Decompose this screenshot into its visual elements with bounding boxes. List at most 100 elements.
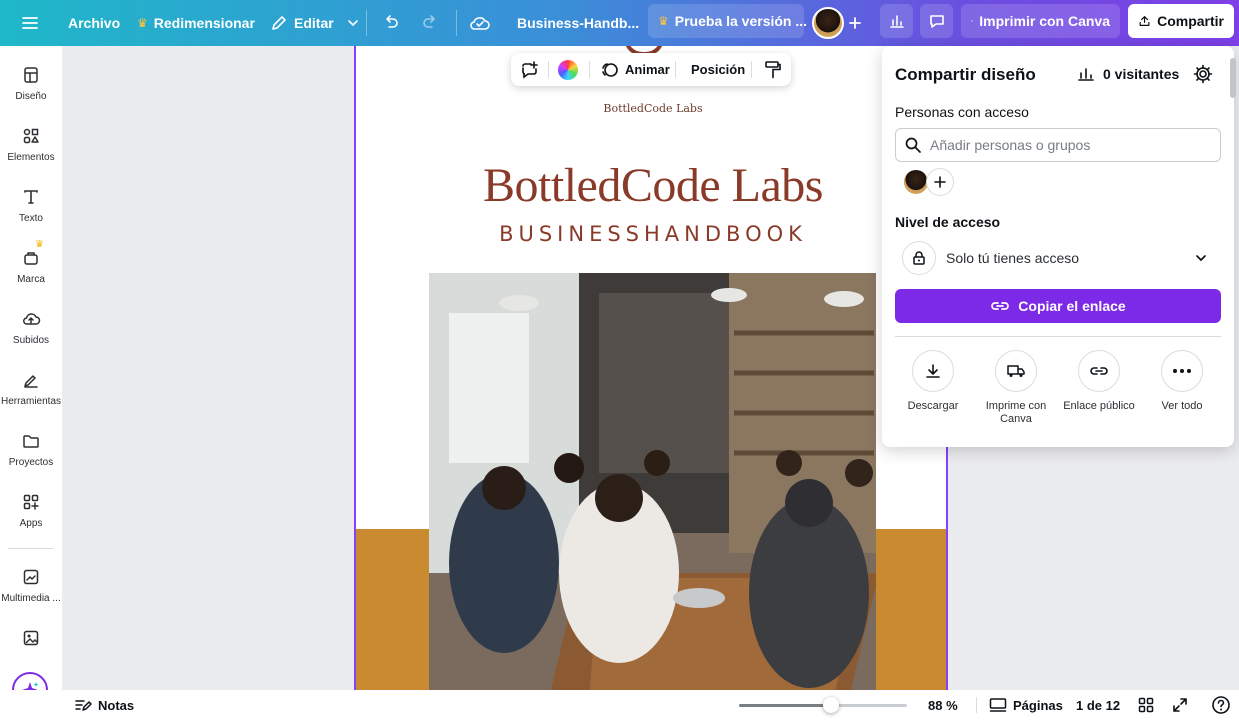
action-label: Enlace público: [1063, 400, 1135, 412]
divider: [8, 548, 54, 549]
action-label: Descargar: [907, 400, 959, 412]
fullscreen-button[interactable]: [1171, 690, 1189, 720]
sidebar-item-text[interactable]: Texto: [0, 178, 62, 236]
redo-icon: [423, 15, 435, 28]
document-title[interactable]: Business-Handb...: [517, 0, 639, 46]
print-label: Imprimir con Canva: [979, 13, 1110, 29]
apps-icon: [20, 491, 42, 513]
resize-button[interactable]: ♛ Redimensionar: [137, 0, 255, 46]
sidebar-item-uploads[interactable]: Subidos: [0, 300, 62, 358]
sidebar-item-projects[interactable]: Proyectos: [0, 422, 62, 480]
sidebar-item-elements[interactable]: Elementos: [0, 117, 62, 175]
print-with-canva-action[interactable]: Imprime con Canva: [976, 350, 1056, 426]
insights-button[interactable]: [880, 4, 913, 38]
comments-button[interactable]: [920, 4, 953, 38]
bar-chart-icon: [889, 15, 904, 28]
copy-link-button[interactable]: Copiar el enlace: [895, 289, 1221, 323]
animate-label: Animar: [625, 62, 670, 77]
left-sidebar: Diseño Elementos Texto ♛ Marca Subidos H…: [0, 46, 62, 708]
public-link-action[interactable]: Enlace público: [1059, 350, 1139, 413]
color-wheel-icon: [558, 59, 578, 80]
bottom-bar: Notas 88 % Páginas 1 de 12: [0, 690, 1239, 720]
avatar[interactable]: [903, 169, 929, 195]
position-button[interactable]: Posición: [691, 53, 745, 86]
folder-icon: [20, 430, 42, 452]
small-brand-text[interactable]: BottledCode Labs: [356, 102, 946, 115]
add-collaborator-button[interactable]: [847, 0, 863, 46]
sidebar-item-brand[interactable]: ♛ Marca: [0, 239, 62, 297]
chevron-down-icon: [1196, 255, 1206, 262]
share-settings-button[interactable]: [1193, 64, 1213, 89]
trial-button[interactable]: ♛ Prueba la versión ...: [648, 4, 807, 38]
lock-icon: [902, 241, 936, 275]
document-title-text: Business-Handb...: [517, 15, 640, 31]
print-with-canva-button[interactable]: Imprimir con Canva: [961, 4, 1120, 38]
people-with-access-label: Personas con acceso: [895, 104, 1029, 120]
notes-icon: [75, 700, 92, 711]
download-action[interactable]: Descargar: [893, 350, 973, 413]
action-label: Ver todo: [1161, 400, 1203, 412]
hamburger-menu-button[interactable]: [20, 0, 40, 46]
notes-button[interactable]: Notas: [74, 690, 134, 720]
crown-icon: ♛: [137, 16, 148, 30]
sidebar-item-image[interactable]: [0, 619, 62, 677]
help-button[interactable]: [1211, 690, 1231, 720]
see-all-action[interactable]: Ver todo: [1142, 350, 1222, 413]
animate-button[interactable]: Animar: [600, 53, 670, 86]
edit-menu-button[interactable]: Editar: [270, 0, 360, 46]
chevron-down-icon: [347, 20, 358, 27]
copy-style-button[interactable]: [763, 53, 783, 86]
sidebar-item-label: Herramientas: [0, 396, 62, 407]
visitors-label: 0 visitantes: [1103, 66, 1180, 82]
handbook-subtitle[interactable]: BUSINESSHANDBOOK: [356, 222, 946, 246]
grid-view-button[interactable]: [1137, 690, 1155, 720]
cloud-save-status[interactable]: [469, 0, 491, 46]
file-menu-label: Archivo: [68, 15, 121, 31]
visitors-button[interactable]: 0 visitantes: [1077, 65, 1179, 83]
zoom-slider-thumb[interactable]: [823, 697, 840, 713]
share-button[interactable]: Compartir: [1128, 4, 1234, 38]
user-avatar-button[interactable]: [812, 0, 844, 46]
top-toolbar: Archivo ♛ Redimensionar Editar Business-…: [0, 0, 1239, 46]
zoom-level[interactable]: 88 %: [928, 690, 958, 720]
action-label: Imprime con Canva: [985, 400, 1047, 425]
add-people-input[interactable]: [930, 137, 1210, 153]
pages-icon: [989, 698, 1007, 712]
floating-toolbar: Animar Posición: [511, 53, 791, 86]
copy-link-label: Copiar el enlace: [1018, 298, 1126, 314]
plus-icon: [849, 17, 861, 29]
zoom-slider-fill: [739, 704, 832, 707]
sidebar-item-apps[interactable]: Apps: [0, 483, 62, 541]
sidebar-item-design[interactable]: Diseño: [0, 56, 62, 114]
vertical-scrollbar[interactable]: [1230, 58, 1236, 98]
redo-button[interactable]: [420, 0, 440, 46]
sidebar-item-media[interactable]: Multimedia ...: [0, 558, 62, 616]
file-menu-button[interactable]: Archivo: [68, 0, 120, 46]
add-comment-button[interactable]: [519, 53, 539, 86]
undo-button[interactable]: [381, 0, 401, 46]
divider: [589, 61, 590, 78]
cloud-check-icon: [470, 17, 490, 30]
design-page[interactable]: BottledCode Labs BottledCode Labs BUSINE…: [354, 46, 948, 690]
share-label: Compartir: [1157, 13, 1224, 29]
search-icon: [905, 137, 921, 153]
truck-icon: [995, 350, 1037, 392]
team-meeting-photo[interactable]: [429, 273, 876, 690]
upload-cloud-icon: [20, 308, 42, 330]
link-icon: [1078, 350, 1120, 392]
position-label: Posición: [691, 62, 746, 77]
divider: [456, 10, 457, 36]
divider: [366, 10, 367, 36]
pages-button[interactable]: Páginas: [989, 690, 1063, 720]
add-collaborator-button[interactable]: [927, 169, 953, 195]
add-people-field[interactable]: [895, 128, 1221, 162]
page-counter[interactable]: 1 de 12: [1076, 690, 1120, 720]
sidebar-item-tools[interactable]: Herramientas: [0, 361, 62, 419]
access-level-dropdown[interactable]: Solo tú tienes acceso: [895, 241, 1221, 275]
paint-roller-icon: [765, 60, 781, 78]
animate-icon: [602, 62, 618, 77]
color-picker-button[interactable]: [558, 53, 578, 86]
brand-heading[interactable]: BottledCode Labs: [356, 158, 946, 213]
zoom-slider[interactable]: [739, 697, 907, 713]
crown-icon: ♛: [35, 239, 44, 250]
